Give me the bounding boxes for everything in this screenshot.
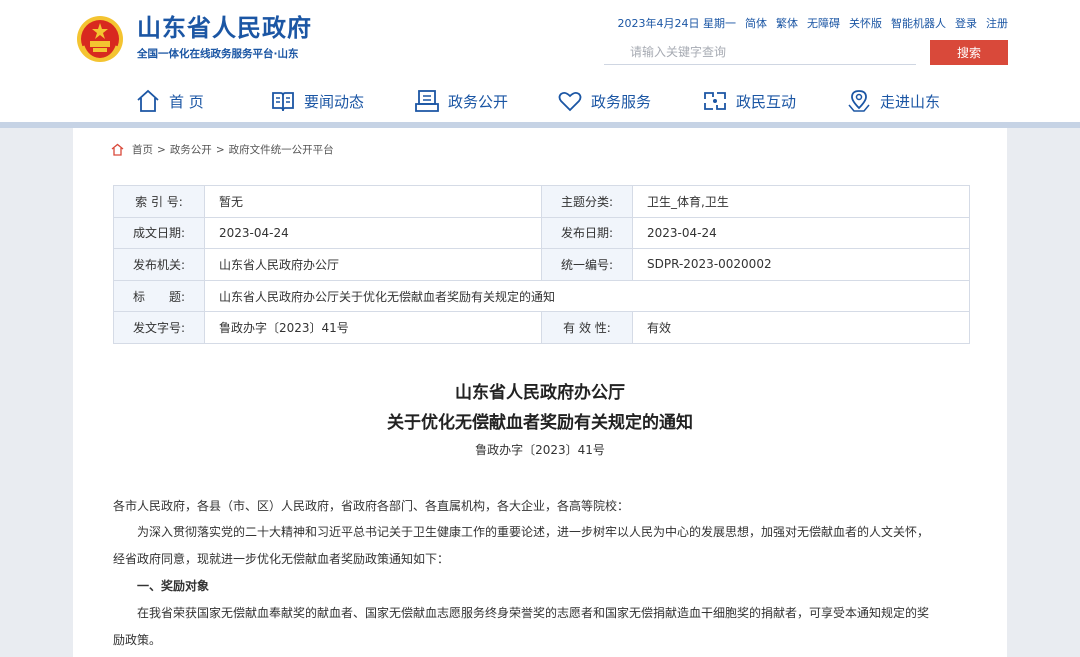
code-value: SDPR-2023-0020002 — [632, 248, 970, 281]
table-row: 发布机关: 山东省人民政府办公厅 统一编号: SDPR-2023-0020002 — [113, 248, 970, 281]
top-links: 2023年4月24日 星期一 简体 繁体 无障碍 关怀版 智能机器人 登录 注册 — [618, 17, 1009, 31]
title-value: 山东省人民政府办公厅关于优化无偿献血者奖励有关规定的通知 — [204, 279, 970, 313]
body-paragraph-line: 经省政府同意，现就进一步优化无偿献血者奖励政策通知如下： — [113, 552, 450, 566]
nav-label: 要闻动态 — [304, 92, 365, 111]
breadcrumb-separator: > — [157, 143, 166, 156]
validity-value: 有效 — [632, 311, 970, 344]
doc-number-label: 发文字号: — [113, 311, 205, 344]
nav-gov-affairs[interactable]: 政务公开 — [414, 86, 508, 116]
link-login[interactable]: 登录 — [955, 17, 977, 31]
body-paragraph-line: 励政策。 — [113, 633, 162, 647]
search-button[interactable]: 搜索 — [930, 40, 1008, 65]
link-register[interactable]: 注册 — [986, 17, 1008, 31]
nav-label: 首 页 — [169, 92, 204, 111]
table-row: 发文字号: 鲁政办字〔2023〕41号 有 效 性: 有效 — [113, 311, 970, 344]
title-label: 标 题: — [113, 279, 205, 313]
topic-label: 主题分类: — [541, 185, 633, 218]
validity-label: 有 效 性: — [541, 311, 633, 344]
link-traditional[interactable]: 繁体 — [776, 17, 798, 31]
body-paragraph-line: 为深入贯彻落实党的二十大精神和习近平总书记关于卫生健康工作的重要论述，进一步树牢… — [137, 525, 930, 539]
site-name[interactable]: 山东省人民政府 — [137, 13, 312, 43]
link-care-version[interactable]: 关怀版 — [849, 17, 882, 31]
breadcrumb: 首页 > 政务公开 > 政府文件统一公开平台 — [111, 142, 334, 157]
index-value: 暂无 — [204, 185, 542, 218]
document-meta-table: 索 引 号: 暂无 主题分类: 卫生_体育,卫生 成文日期: 2023-04-2… — [113, 185, 970, 344]
search-input[interactable] — [604, 40, 916, 65]
page: 山东省人民政府 全国一体化在线政务服务平台·山东 2023年4月24日 星期一 … — [0, 0, 1080, 657]
published-date-label: 发布日期: — [541, 216, 633, 250]
nav-interaction[interactable]: 政民互动 — [702, 86, 796, 116]
home-icon — [111, 143, 124, 156]
document-icon — [415, 90, 439, 112]
breadcrumb-home[interactable]: 首页 — [132, 142, 153, 157]
table-row: 成文日期: 2023-04-24 发布日期: 2023-04-24 — [113, 216, 970, 250]
site-header: 山东省人民政府 全国一体化在线政务服务平台·山东 2023年4月24日 星期一 … — [0, 0, 1080, 122]
link-robot[interactable]: 智能机器人 — [891, 17, 946, 31]
nav-label: 政民互动 — [736, 92, 797, 111]
main-nav: 首 页 要闻动态 政务公开 政务服务 政民互动 走进山东 — [0, 80, 1080, 122]
breadcrumb-gov-affairs[interactable]: 政务公开 — [170, 142, 212, 157]
home-icon — [137, 89, 159, 112]
breadcrumb-platform[interactable]: 政府文件统一公开平台 — [229, 142, 334, 157]
news-book-icon — [272, 92, 294, 112]
nav-news[interactable]: 要闻动态 — [270, 86, 364, 116]
interaction-icon — [704, 92, 726, 110]
section-heading: 一、奖励对象 — [137, 579, 210, 593]
breadcrumb-separator: > — [215, 143, 225, 156]
document-title: 关于优化无偿献血者奖励有关规定的通知 — [387, 413, 693, 433]
current-date: 2023年4月24日 星期一 — [617, 17, 737, 30]
nav-label: 政务公开 — [448, 92, 509, 111]
map-pin-icon — [848, 90, 870, 112]
nav-label: 政务服务 — [591, 92, 652, 111]
heart-icon — [558, 91, 582, 112]
topic-value: 卫生_体育,卫生 — [632, 185, 970, 218]
addressee-line: 各市人民政府，各县（市、区）人民政府，省政府各部门、各直属机构，各大企业，各高等… — [113, 499, 630, 513]
content-panel: 首页 > 政务公开 > 政府文件统一公开平台 索 引 号: 暂无 主题分类: 卫… — [73, 128, 1007, 657]
site-subtitle: 全国一体化在线政务服务平台·山东 — [137, 48, 299, 60]
doc-number-value: 鲁政办字〔2023〕41号 — [204, 311, 542, 344]
issuer-label: 发布机关: — [113, 248, 205, 281]
published-date-value: 2023-04-24 — [632, 216, 970, 250]
nav-home[interactable]: 首 页 — [135, 86, 204, 116]
nav-label: 走进山东 — [880, 92, 941, 111]
written-date-value: 2023-04-24 — [204, 216, 542, 250]
national-emblem-icon — [77, 16, 123, 62]
issuer-value: 山东省人民政府办公厅 — [204, 248, 542, 281]
document-title-issuer: 山东省人民政府办公厅 — [455, 383, 625, 403]
code-label: 统一编号: — [541, 248, 633, 281]
table-row: 索 引 号: 暂无 主题分类: 卫生_体育,卫生 — [113, 185, 970, 218]
body-paragraph-line: 在我省荣获国家无偿献血奉献奖的献血者、国家无偿献血志愿服务终身荣誉奖的志愿者和国… — [137, 606, 930, 620]
nav-gov-services[interactable]: 政务服务 — [557, 86, 651, 116]
nav-about-shandong[interactable]: 走进山东 — [846, 86, 940, 116]
link-accessibility[interactable]: 无障碍 — [807, 17, 840, 31]
written-date-label: 成文日期: — [113, 216, 205, 250]
link-simplified[interactable]: 简体 — [745, 17, 767, 31]
index-label: 索 引 号: — [113, 185, 205, 218]
document-number: 鲁政办字〔2023〕41号 — [475, 443, 605, 457]
table-row: 标 题: 山东省人民政府办公厅关于优化无偿献血者奖励有关规定的通知 — [113, 279, 970, 313]
